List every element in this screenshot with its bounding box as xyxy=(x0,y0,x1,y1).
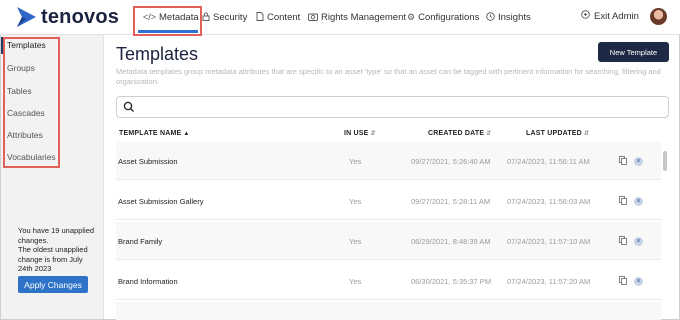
in-use-cell: Yes xyxy=(349,277,362,286)
gear-icon: ⚙ xyxy=(407,11,416,22)
nav-insights-label: Insights xyxy=(498,11,531,23)
sort-icon: ⇵ xyxy=(583,131,590,137)
sort-icon: ⇵ xyxy=(486,131,492,137)
created-date-cell: 06/29/2021, 8:48:39 AM xyxy=(411,237,491,246)
last-updated-cell: 07/24/2023, 11:57:10 AM xyxy=(507,237,591,246)
delete-icon[interactable]: × xyxy=(634,157,643,166)
table-row[interactable] xyxy=(116,302,661,320)
nav-active-underline xyxy=(138,30,198,33)
delete-icon[interactable]: × xyxy=(634,197,643,206)
delete-icon[interactable]: × xyxy=(634,237,643,246)
exit-admin-label: Exit Admin xyxy=(594,10,639,22)
apply-changes-button[interactable]: Apply Changes xyxy=(18,276,88,293)
table-row[interactable]: Brand Information Yes 06/30/2021, 5:35:3… xyxy=(116,262,661,300)
new-template-button[interactable]: New Template xyxy=(598,42,669,62)
sidebar-item-templates[interactable]: Templates xyxy=(7,40,46,50)
nav-metadata-label: Metadata xyxy=(159,11,199,23)
col-header-last-updated[interactable]: LAST UPDATED ⇵ xyxy=(526,130,589,137)
nav-security[interactable]: Security xyxy=(202,10,247,24)
last-updated-cell: 07/24/2023, 11:56:11 AM xyxy=(507,157,590,166)
nav-configurations[interactable]: ⚙ Configurations xyxy=(407,10,479,24)
last-updated-cell: 07/24/2023, 11:57:20 AM xyxy=(507,277,591,286)
col-header-template-name-label: TEMPLATE NAME xyxy=(119,130,182,137)
clock-icon xyxy=(486,11,495,23)
nav-content-label: Content xyxy=(267,11,301,23)
sort-icon: ⇵ xyxy=(370,131,376,137)
template-name-cell: Brand Information xyxy=(118,277,178,286)
unapplied-changes-text: You have 19 unapplied changes. The oldes… xyxy=(18,226,95,273)
copy-icon[interactable] xyxy=(619,276,627,285)
col-header-created-label: CREATED DATE xyxy=(428,130,485,137)
code-icon: </> xyxy=(143,12,157,22)
sidebar-item-cascades[interactable]: Cascades xyxy=(7,108,45,118)
nav-security-label: Security xyxy=(213,11,248,23)
col-header-in-use-label: IN USE xyxy=(344,130,369,137)
nav-rights-management[interactable]: Rights Management xyxy=(308,10,406,24)
delete-icon[interactable]: × xyxy=(634,277,643,286)
camera-icon xyxy=(308,12,318,23)
search-box[interactable] xyxy=(116,96,669,118)
search-icon xyxy=(123,101,135,115)
top-nav: tenovos </> Metadata Security Content Ri… xyxy=(0,0,680,36)
in-use-cell: Yes xyxy=(349,237,362,246)
nav-content[interactable]: Content xyxy=(256,10,300,24)
copy-icon[interactable] xyxy=(619,196,627,205)
logo[interactable]: tenovos xyxy=(14,5,119,29)
nav-metadata[interactable]: </> Metadata xyxy=(143,10,199,24)
exit-admin-button[interactable]: Exit Admin xyxy=(581,10,639,22)
page-title: Templates xyxy=(116,44,199,64)
sidebar-item-attributes[interactable]: Attributes xyxy=(7,130,43,140)
lock-icon xyxy=(202,12,210,23)
nav-insights[interactable]: Insights xyxy=(486,10,531,24)
tenovos-logo-icon xyxy=(17,7,36,27)
template-name-cell: Asset Submission Gallery xyxy=(118,197,204,206)
col-header-template-name[interactable]: TEMPLATE NAME ▲ xyxy=(119,130,190,137)
page-description: Metadata templates group metadata attrib… xyxy=(116,67,661,86)
copy-icon[interactable] xyxy=(619,236,627,245)
nav-rights-label: Rights Management xyxy=(321,11,407,23)
table-row[interactable]: Asset Submission Yes 09/27/2021, 5:26:40… xyxy=(116,142,661,180)
template-name-cell: Asset Submission xyxy=(118,157,178,166)
in-use-cell: Yes xyxy=(349,197,362,206)
col-header-updated-label: LAST UPDATED xyxy=(526,130,582,137)
sidebar-item-groups[interactable]: Groups xyxy=(7,63,35,73)
nav-configurations-label: Configurations xyxy=(418,11,480,23)
in-use-cell: Yes xyxy=(349,157,362,166)
brand-name: tenovos xyxy=(41,5,120,28)
table-row[interactable]: Brand Family Yes 06/29/2021, 8:48:39 AM … xyxy=(116,222,661,260)
sidebar-item-vocabularies[interactable]: Vocabularies xyxy=(7,152,56,162)
search-input[interactable] xyxy=(141,100,661,114)
file-icon xyxy=(256,11,264,23)
last-updated-cell: 07/24/2023, 11:56:03 AM xyxy=(507,197,591,206)
sort-asc-icon: ▲ xyxy=(183,131,190,137)
sidebar-highlight xyxy=(3,37,60,168)
template-name-cell: Brand Family xyxy=(118,237,163,246)
col-header-created-date[interactable]: CREATED DATE ⇵ xyxy=(428,130,491,137)
table-row[interactable]: Asset Submission Gallery Yes 09/27/2021,… xyxy=(116,182,661,220)
created-date-cell: 06/30/2021, 5:35:37 PM xyxy=(411,277,492,286)
created-date-cell: 09/27/2021, 5:28:11 AM xyxy=(411,197,491,206)
copy-icon[interactable] xyxy=(619,156,627,165)
sidebar-item-tables[interactable]: Tables xyxy=(7,86,32,96)
avatar[interactable] xyxy=(650,8,667,25)
col-header-in-use[interactable]: IN USE ⇵ xyxy=(344,130,376,137)
exit-icon xyxy=(581,10,590,22)
table-scrollbar[interactable] xyxy=(663,151,667,171)
created-date-cell: 09/27/2021, 5:26:40 AM xyxy=(411,157,491,166)
templates-table: Asset Submission Yes 09/27/2021, 5:26:40… xyxy=(116,142,669,320)
